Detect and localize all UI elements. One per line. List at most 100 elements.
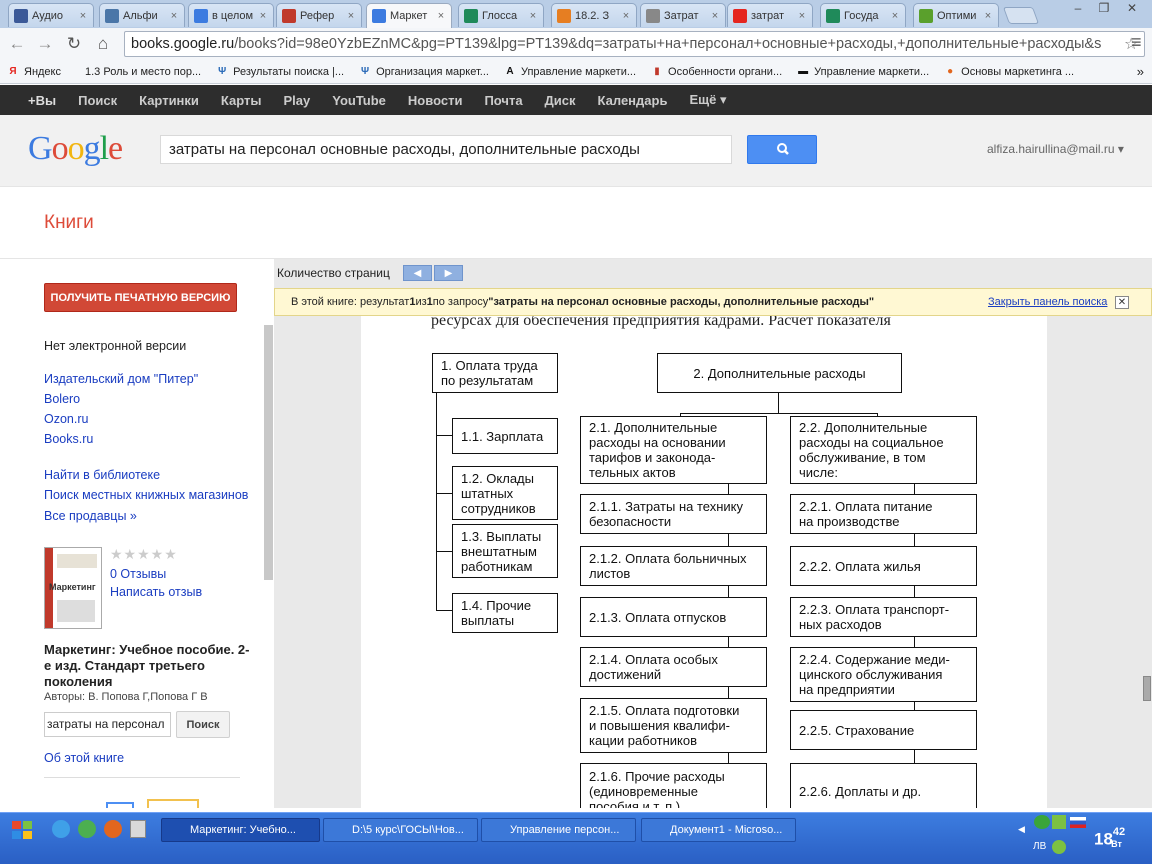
bookmark-item[interactable]: 1.3 Роль и место пор... xyxy=(75,65,201,79)
address-bar[interactable]: books.google.ru/books?id=98e0YzbEZnMC&pg… xyxy=(124,31,1145,57)
tab-10[interactable]: Оптими × xyxy=(913,3,999,27)
tray-download-icon[interactable] xyxy=(1052,815,1066,829)
gbar-item[interactable]: Ещё ▾ xyxy=(689,92,726,108)
gbar-item[interactable]: Карты xyxy=(221,93,262,108)
write-review-link[interactable]: Написать отзыв xyxy=(110,585,202,599)
desktop-icon[interactable] xyxy=(130,820,146,838)
book-cover[interactable]: Маркетинг xyxy=(44,547,102,629)
taskbar-button[interactable]: Маркетинг: Учебно... xyxy=(161,818,320,842)
close-icon[interactable]: ✕ xyxy=(1115,296,1129,309)
tab-close-icon[interactable]: × xyxy=(620,10,632,22)
gbar-item[interactable]: YouTube xyxy=(332,93,386,108)
search-button[interactable] xyxy=(747,135,817,164)
forward-arrow-icon[interactable]: → xyxy=(34,33,56,55)
bookmark-item[interactable]: ● Основы маркетинга ... xyxy=(943,65,1074,79)
search-in-book-button[interactable]: Поиск xyxy=(176,711,230,738)
tab-3[interactable]: Рефер × xyxy=(276,3,362,27)
gbar-item[interactable]: Почта xyxy=(484,93,522,108)
books-title[interactable]: Книги xyxy=(44,212,94,234)
gbar-item[interactable]: Картинки xyxy=(139,93,199,108)
reload-icon[interactable]: ↻ xyxy=(63,33,85,55)
tab-close-icon[interactable]: × xyxy=(527,10,539,22)
bookmark-item[interactable]: ▬ Управление маркети... xyxy=(796,65,929,79)
bookmark-item[interactable]: ▮ Особенности органи... xyxy=(650,65,782,79)
page-scrollbar-thumb[interactable] xyxy=(1143,676,1151,701)
tab-6[interactable]: 18.2. З × xyxy=(551,3,637,27)
get-print-version-button[interactable]: ПОЛУЧИТЬ ПЕЧАТНУЮ ВЕРСИЮ xyxy=(44,283,237,312)
maximize-button[interactable]: ❐ xyxy=(1092,1,1116,17)
language-flag-icon[interactable] xyxy=(1070,817,1086,828)
new-tab-button[interactable] xyxy=(1002,7,1040,24)
firefox-icon[interactable] xyxy=(104,820,122,838)
gbar-item[interactable]: Play xyxy=(283,93,310,108)
tab-close-icon[interactable]: × xyxy=(889,10,901,22)
ie-icon[interactable] xyxy=(52,820,70,838)
bookmark-item[interactable]: Ψ Организация маркет... xyxy=(358,65,489,79)
seller-link[interactable]: Ozon.ru xyxy=(44,412,88,426)
tray-eye-icon[interactable] xyxy=(1034,815,1050,829)
bookmark-item[interactable]: Ψ Результаты поиска |... xyxy=(215,65,344,79)
url-path: /books?id=98e0YzbEZnMC&pg=PT139&lpg=PT13… xyxy=(234,36,1102,52)
about-book-link[interactable]: Об этой книге xyxy=(44,751,124,765)
tab-8[interactable]: затрат × xyxy=(727,3,813,27)
thumb-icon[interactable] xyxy=(147,799,199,808)
thumb-icon[interactable] xyxy=(106,802,134,808)
next-page-button[interactable]: ▶ xyxy=(434,265,463,281)
taskbar-button[interactable]: Документ1 - Microso... xyxy=(641,818,796,842)
local-stores-link[interactable]: Поиск местных книжных магазинов xyxy=(44,488,248,502)
gbar-item[interactable]: Календарь xyxy=(598,93,668,108)
home-icon[interactable]: ⌂ xyxy=(92,33,114,55)
minimize-button[interactable]: – xyxy=(1066,1,1090,17)
prev-page-button[interactable]: ◀ xyxy=(403,265,432,281)
gbar-item[interactable]: Поиск xyxy=(78,93,117,108)
tab-close-icon[interactable]: × xyxy=(982,10,994,22)
tab-0[interactable]: Аудио × xyxy=(8,3,94,27)
tab-9[interactable]: Госуда × xyxy=(820,3,906,27)
tab-close-icon[interactable]: × xyxy=(435,10,447,22)
tray-lang[interactable]: ЛВ xyxy=(1033,841,1046,852)
start-button[interactable] xyxy=(0,813,44,847)
chrome-icon[interactable] xyxy=(78,820,96,838)
tab-1[interactable]: Альфи × xyxy=(99,3,185,27)
menu-icon[interactable]: ≡ xyxy=(1131,32,1142,53)
page-count-label: Количество страниц xyxy=(277,266,390,280)
tab-close-icon[interactable]: × xyxy=(796,10,808,22)
seller-link[interactable]: Bolero xyxy=(44,392,80,406)
all-sellers-link[interactable]: Все продавцы » xyxy=(44,509,137,523)
tab-4[interactable]: Маркет × xyxy=(366,3,452,28)
close-search-panel-link[interactable]: Закрыть панель поиска xyxy=(988,296,1107,308)
tray-info-icon[interactable] xyxy=(1052,840,1066,854)
left-scrollbar[interactable] xyxy=(264,325,273,580)
close-window-button[interactable]: ✕ xyxy=(1120,1,1144,17)
gbar-item[interactable]: Новости xyxy=(408,93,463,108)
google-logo[interactable]: Google xyxy=(28,130,123,168)
bookmark-item[interactable]: Я Яндекс xyxy=(6,65,61,79)
tab-close-icon[interactable]: × xyxy=(168,10,180,22)
gbar-item[interactable]: +Вы xyxy=(28,93,56,108)
taskbar-button[interactable]: D:\5 курс\ГОСЫ\Нов... xyxy=(323,818,478,842)
gbar-item[interactable]: Диск xyxy=(545,93,576,108)
tab-7[interactable]: Затрат × xyxy=(640,3,726,27)
tab-close-icon[interactable]: × xyxy=(77,10,89,22)
seller-link[interactable]: Books.ru xyxy=(44,432,93,446)
clock[interactable]: 1842Вт xyxy=(1094,826,1136,850)
seller-link[interactable]: Издательский дом "Питер" xyxy=(44,372,198,386)
search-input[interactable]: затраты на персонал основные расходы, до… xyxy=(160,135,732,164)
bookmark-item[interactable]: A Управление маркети... xyxy=(503,65,636,79)
bookmarks-overflow-icon[interactable]: » xyxy=(1137,64,1144,79)
box-text-line: внештатным xyxy=(461,543,537,559)
account-menu[interactable]: alfiza.hairullina@mail.ru ▾ xyxy=(987,142,1124,156)
taskbar-button-label: D:\5 курс\ГОСЫ\Нов... xyxy=(352,824,464,836)
tab-5[interactable]: Глосса × xyxy=(458,3,544,27)
find-in-library-link[interactable]: Найти в библиотеке xyxy=(44,468,160,482)
search-in-book-input[interactable]: затраты на персонал xyxy=(44,712,171,737)
tab-close-icon[interactable]: × xyxy=(257,10,269,22)
tray-arrow-icon[interactable]: ◀ xyxy=(1018,824,1025,835)
tab-close-icon[interactable]: × xyxy=(709,10,721,22)
tab-close-icon[interactable]: × xyxy=(345,10,357,22)
diagram-box-2-1: 2.1. Дополнительные расходы на основании т… xyxy=(580,416,767,484)
tab-2[interactable]: в целом × xyxy=(188,3,274,27)
reviews-link[interactable]: 0 Отзывы xyxy=(110,567,166,581)
taskbar-button[interactable]: Управление персон... xyxy=(481,818,636,842)
back-arrow-icon[interactable]: ← xyxy=(6,33,28,55)
